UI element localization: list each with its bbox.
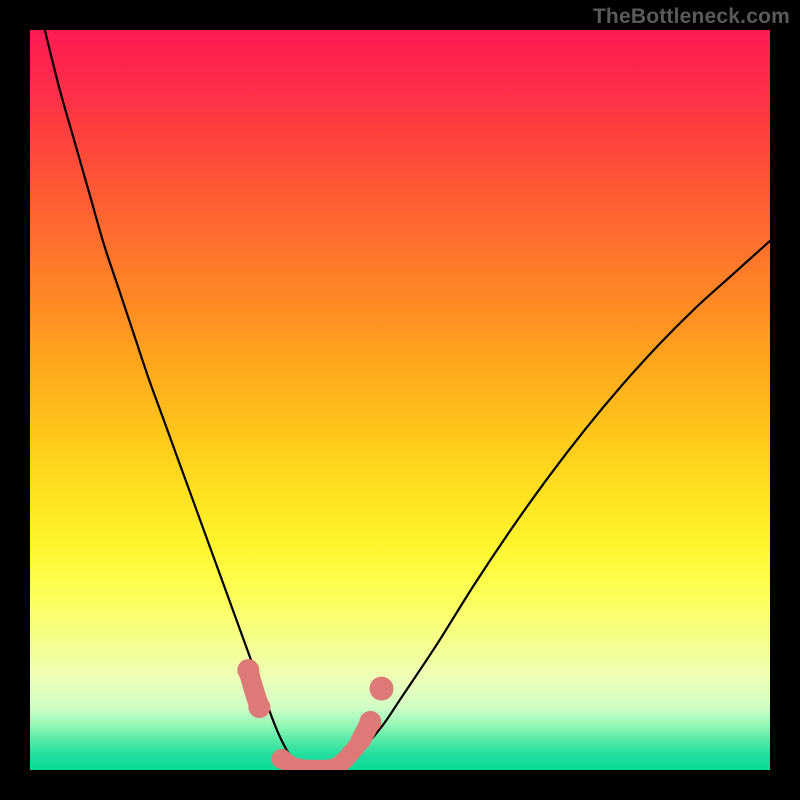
marker-dot — [359, 711, 381, 733]
watermark-text: TheBottleneck.com — [593, 5, 790, 29]
bottleneck-curve — [45, 30, 770, 770]
marker-dot — [237, 659, 259, 681]
marker-dot — [370, 677, 394, 701]
chart-frame: TheBottleneck.com — [0, 0, 800, 800]
plot-area — [30, 30, 770, 770]
series-line — [45, 30, 770, 770]
chart-svg — [30, 30, 770, 770]
marker-dot — [248, 696, 270, 718]
marker-dot — [272, 749, 292, 769]
highlighted-points — [237, 659, 393, 769]
